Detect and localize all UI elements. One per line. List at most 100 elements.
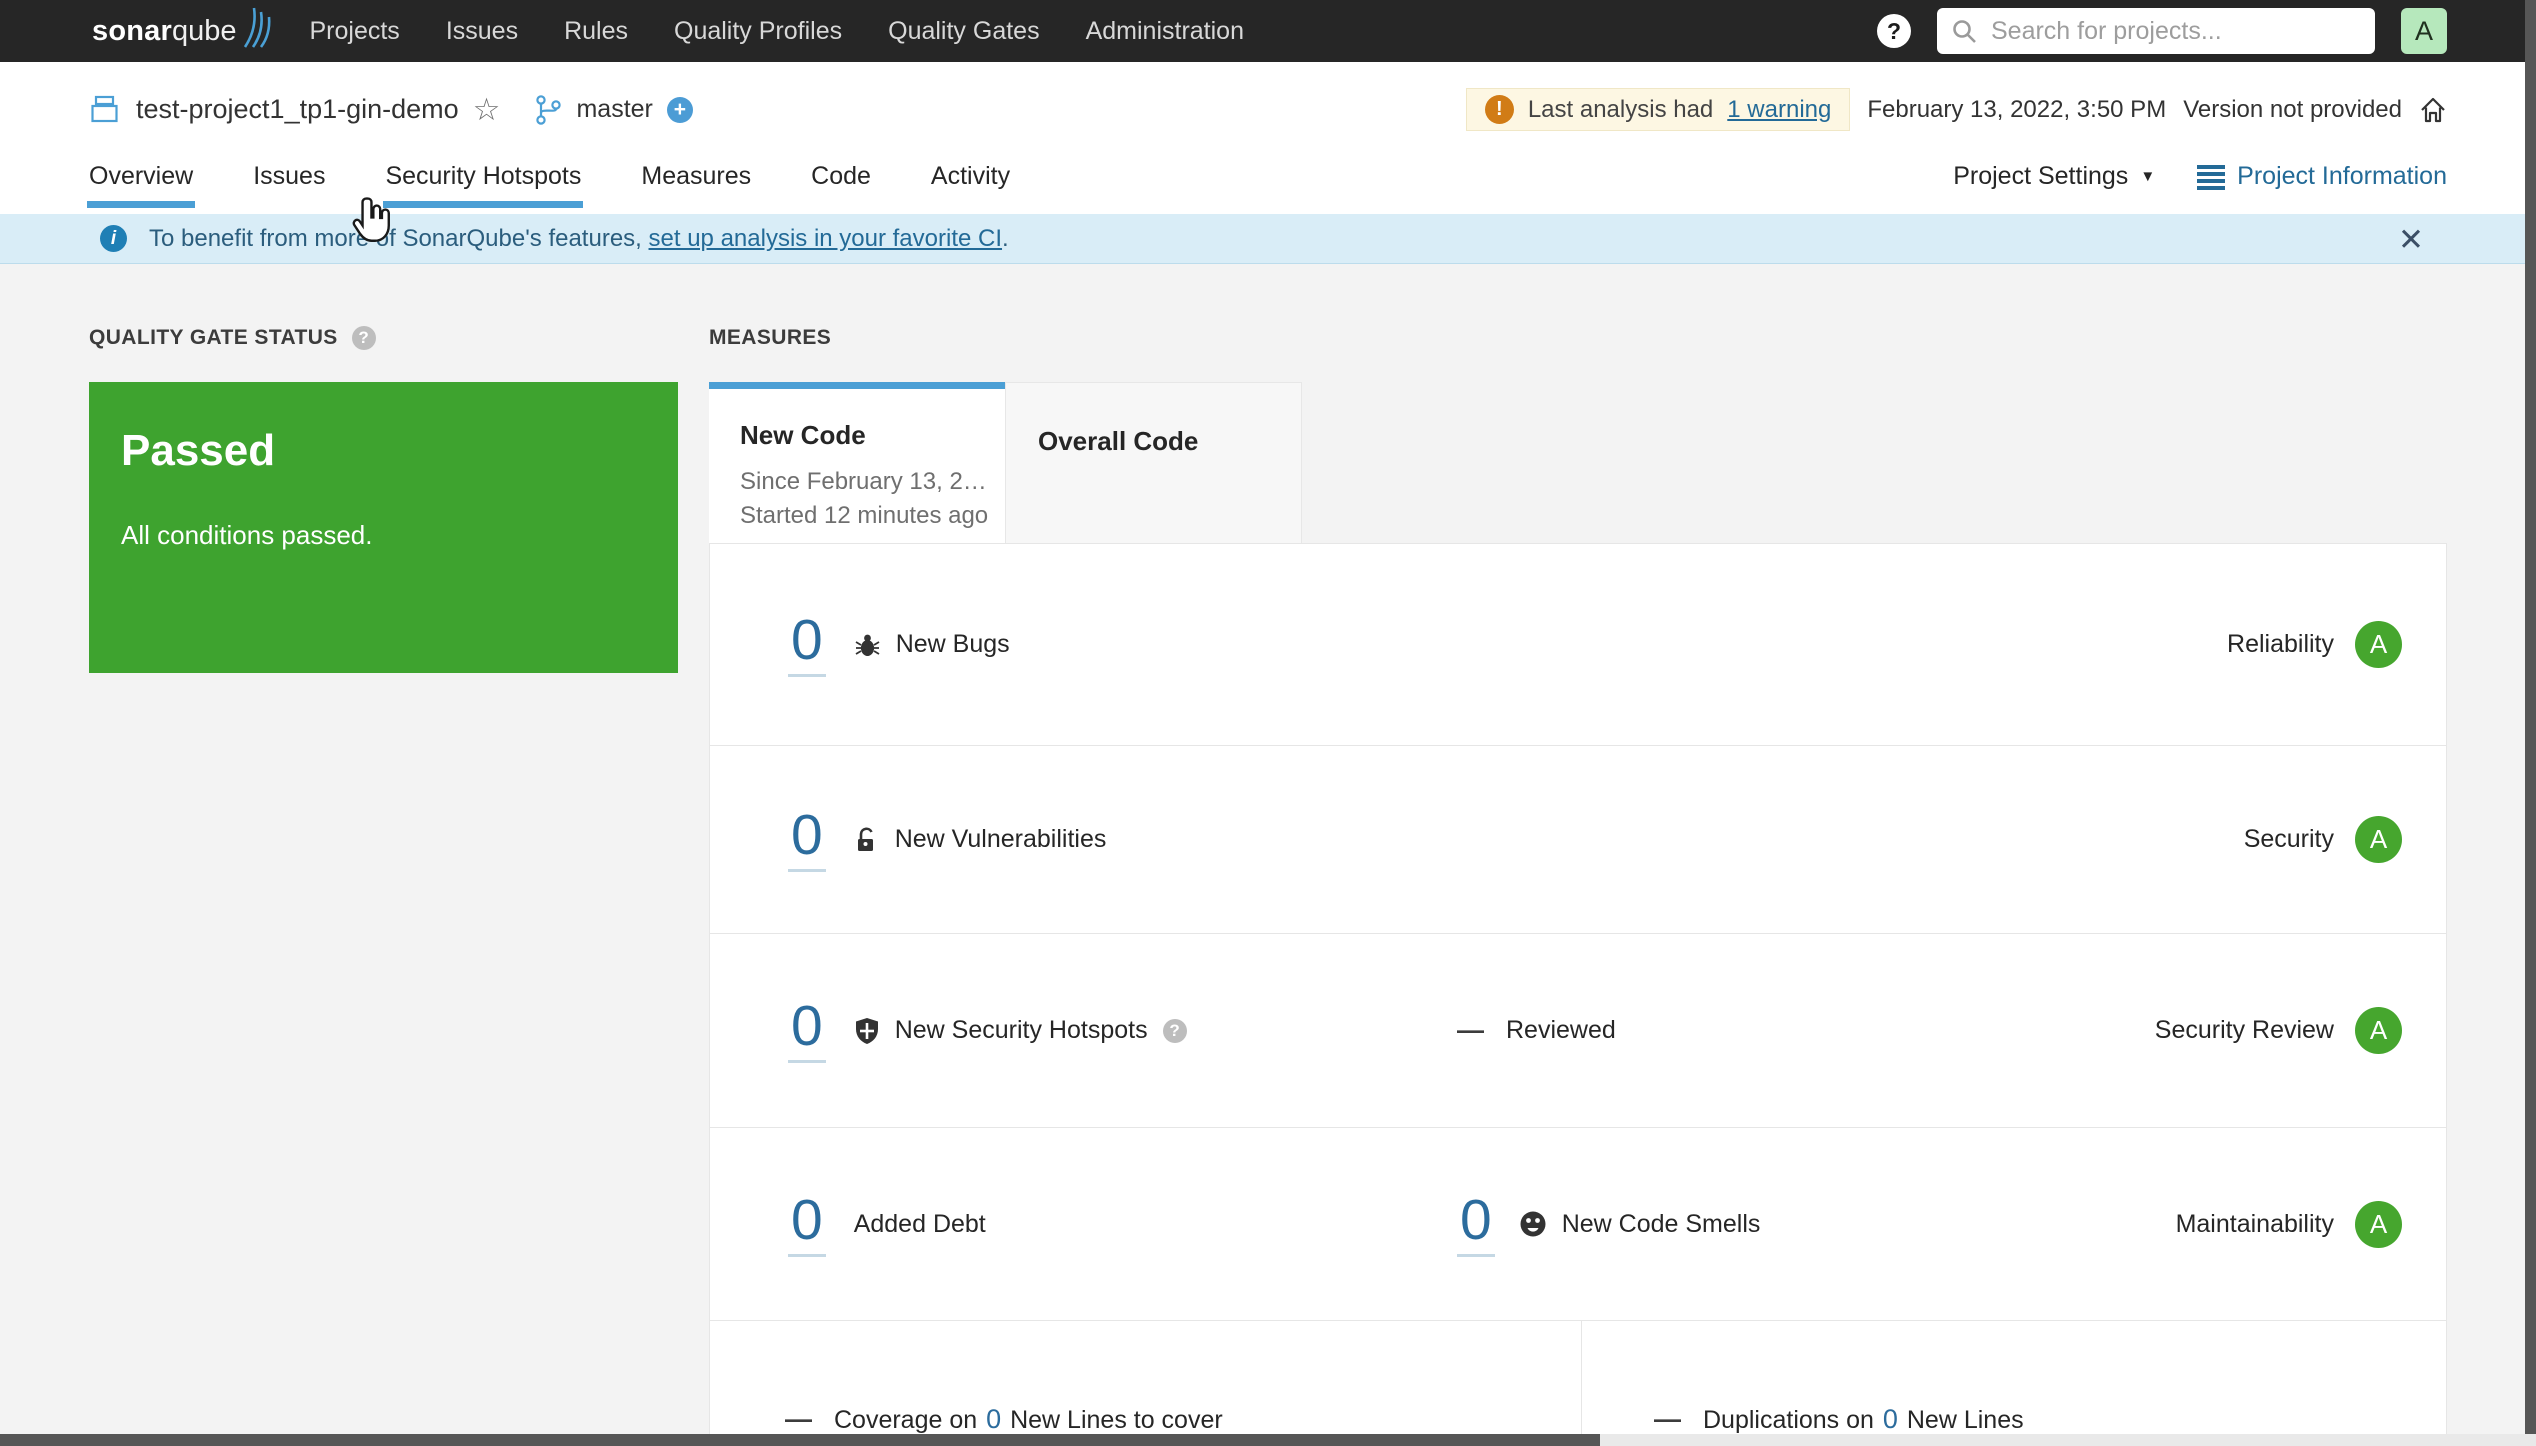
nav-item-administration[interactable]: Administration xyxy=(1086,17,1244,46)
project-icon xyxy=(89,94,120,125)
add-branch-icon[interactable]: + xyxy=(667,97,693,123)
coverage-value[interactable]: 0 xyxy=(984,1404,1003,1436)
overall-code-label: Overall Code xyxy=(1038,426,1301,457)
warning-icon: ! xyxy=(1485,95,1514,124)
new-code-smells-label: New Code Smells xyxy=(1562,1210,1761,1239)
reviewed-dash: — xyxy=(1457,1015,1482,1046)
warning-text: Last analysis had xyxy=(1528,96,1713,124)
quality-gate-description: All conditions passed. xyxy=(121,520,678,551)
user-avatar[interactable]: A xyxy=(2401,8,2447,54)
code-smell-icon xyxy=(1519,1210,1547,1238)
measure-row-bugs: 0 New Bugs Reliability A xyxy=(710,544,2446,746)
tab-code[interactable]: Code xyxy=(811,162,871,208)
maintainability-badge: A xyxy=(2355,1201,2402,1248)
coverage-text: Coverage on 0 New Lines to cover xyxy=(834,1404,1223,1435)
measure-row-security-hotspots: 0 New Security Hotspots ? — Reviewed xyxy=(710,934,2446,1128)
measures-card: 0 New Bugs Reliability A xyxy=(709,543,2447,1446)
duplications-suffix: New Lines xyxy=(1907,1406,2024,1434)
nav-item-issues[interactable]: Issues xyxy=(446,17,518,46)
analysis-meta: ! Last analysis had 1 warning February 1… xyxy=(1466,88,2447,131)
coverage-suffix: New Lines to cover xyxy=(1010,1406,1223,1434)
duplications-dash: — xyxy=(1654,1404,1679,1435)
reliability-label: Reliability xyxy=(2227,630,2334,659)
new-vulnerabilities-label: New Vulnerabilities xyxy=(895,825,1107,854)
new-bugs-label-group: New Bugs xyxy=(854,630,1010,659)
bug-icon xyxy=(854,631,881,658)
nav-item-rules[interactable]: Rules xyxy=(564,17,628,46)
duplications-prefix: Duplications on xyxy=(1703,1406,1874,1434)
metric-new-code-smells: 0 New Code Smells xyxy=(1457,1192,1760,1257)
new-code-started: Started 12 minutes ago xyxy=(740,499,1005,533)
quality-gate-help-icon[interactable]: ? xyxy=(352,326,376,350)
quality-gate-heading-text: QUALITY GATE STATUS xyxy=(89,326,338,350)
banner-ci-link[interactable]: set up analysis in your favorite CI xyxy=(649,225,1003,253)
security-review-rating: Security Review A xyxy=(2155,1007,2446,1054)
version-label: Version not provided xyxy=(2183,96,2402,124)
quality-gate-panel: Passed All conditions passed. xyxy=(89,382,678,673)
main-navigation: Projects Issues Rules Quality Profiles Q… xyxy=(310,17,1244,46)
logo-text-light: qube xyxy=(172,15,237,48)
measure-row-vulnerabilities: 0 New Vulnerabilities Security A xyxy=(710,746,2446,934)
reliability-rating: Reliability A xyxy=(2227,621,2446,668)
new-vulnerabilities-value[interactable]: 0 xyxy=(788,807,826,872)
horizontal-scrollbar-thumb[interactable] xyxy=(0,1434,1600,1446)
project-settings-dropdown[interactable]: Project Settings ▼ xyxy=(1953,162,2155,191)
new-code-smells-value[interactable]: 0 xyxy=(1457,1192,1495,1257)
new-bugs-value[interactable]: 0 xyxy=(788,612,826,677)
branch-name[interactable]: master xyxy=(576,95,652,124)
new-vulnerabilities-label-group: New Vulnerabilities xyxy=(854,825,1107,854)
project-name: test-project1_tp1-gin-demo xyxy=(136,94,459,125)
coverage-cell: — Coverage on 0 New Lines to cover xyxy=(710,1321,1581,1446)
favorite-star-icon[interactable]: ☆ xyxy=(473,94,501,125)
project-header: test-project1_tp1-gin-demo ☆ master + ! … xyxy=(0,62,2536,214)
tab-overview[interactable]: Overview xyxy=(89,162,193,208)
project-title-row: test-project1_tp1-gin-demo ☆ master + ! … xyxy=(89,88,2447,131)
measure-row-maintainability: 0 Added Debt 0 New Code Smells xyxy=(710,1128,2446,1321)
security-label: Security xyxy=(2244,825,2334,854)
tab-security-hotspots[interactable]: Security Hotspots xyxy=(385,162,581,208)
banner-close-icon[interactable]: ✕ xyxy=(2398,222,2424,258)
tab-overall-code[interactable]: Overall Code xyxy=(1005,382,1302,543)
reviewed-label: Reviewed xyxy=(1506,1016,1616,1045)
list-icon xyxy=(2197,164,2225,190)
new-security-hotspots-label-group: New Security Hotspots ? xyxy=(854,1016,1187,1045)
help-icon[interactable]: ? xyxy=(1877,14,1911,48)
logo-text-bold: sonar xyxy=(92,15,172,48)
analysis-date: February 13, 2022, 3:50 PM xyxy=(1867,96,2166,124)
new-bugs-label: New Bugs xyxy=(896,630,1010,659)
search-input[interactable] xyxy=(1937,8,2375,54)
tab-issues[interactable]: Issues xyxy=(253,162,325,208)
project-search xyxy=(1937,8,2375,54)
vertical-scrollbar[interactable] xyxy=(2525,0,2536,1434)
metric-new-vulnerabilities: 0 New Vulnerabilities xyxy=(788,807,1106,872)
tab-measures[interactable]: Measures xyxy=(641,162,751,208)
shield-icon xyxy=(854,1017,880,1045)
sonarqube-logo[interactable]: sonarqube xyxy=(92,14,272,48)
search-icon xyxy=(1952,19,1978,45)
new-security-hotspots-value[interactable]: 0 xyxy=(788,998,826,1063)
project-information-button[interactable]: Project Information xyxy=(2197,162,2447,191)
hotspots-help-icon[interactable]: ? xyxy=(1163,1019,1187,1043)
home-icon[interactable] xyxy=(2419,96,2447,124)
project-settings-label: Project Settings xyxy=(1953,162,2128,191)
tab-new-code[interactable]: New Code Since February 13, 2… Started 1… xyxy=(709,382,1005,543)
duplications-value[interactable]: 0 xyxy=(1881,1404,1900,1436)
measures-heading-text: MEASURES xyxy=(709,326,831,350)
added-debt-value[interactable]: 0 xyxy=(788,1192,826,1257)
horizontal-scrollbar-track[interactable] xyxy=(0,1434,2536,1446)
nav-item-quality-profiles[interactable]: Quality Profiles xyxy=(674,17,842,46)
nav-item-quality-gates[interactable]: Quality Gates xyxy=(888,17,1039,46)
nav-item-projects[interactable]: Projects xyxy=(310,17,400,46)
measures-heading: MEASURES xyxy=(709,326,831,350)
tab-activity[interactable]: Activity xyxy=(931,162,1010,208)
lock-open-icon xyxy=(854,826,880,854)
security-review-badge: A xyxy=(2355,1007,2402,1054)
analysis-warning-pill: ! Last analysis had 1 warning xyxy=(1466,88,1851,131)
banner-text: To benefit from more of SonarQube's feat… xyxy=(149,225,642,253)
navbar-right: ? A xyxy=(1877,8,2447,54)
reviewed-status: — Reviewed xyxy=(1457,1015,1616,1046)
metric-new-security-hotspots: 0 New Security Hotspots ? xyxy=(788,998,1187,1063)
metric-new-bugs: 0 New Bugs xyxy=(788,612,1010,677)
maintainability-label: Maintainability xyxy=(2176,1210,2334,1239)
warning-link[interactable]: 1 warning xyxy=(1727,96,1831,124)
